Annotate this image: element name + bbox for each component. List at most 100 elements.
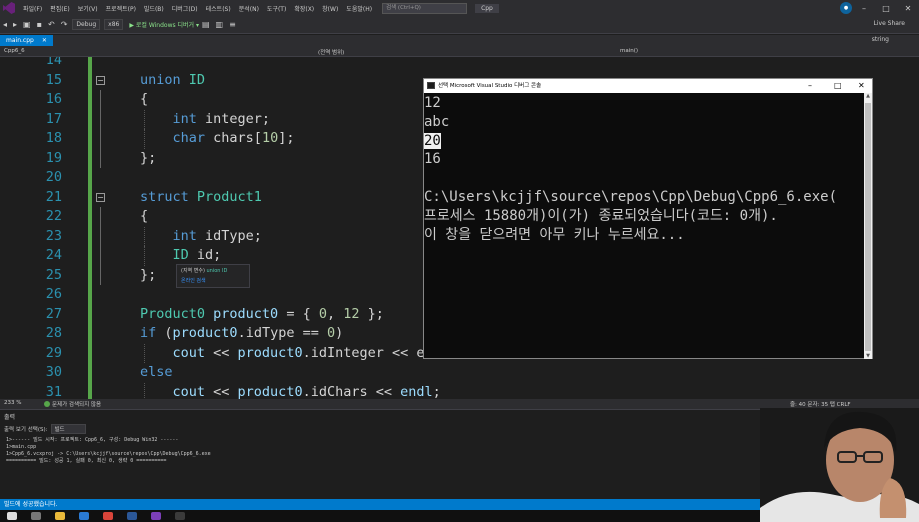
line-number: 21 bbox=[45, 188, 62, 205]
toolbar: ◂ ▸ ▣ ▪ ↶ ↷ Debug x86 ▶ 로컬 Windows 디버거 ▾… bbox=[0, 16, 919, 34]
code-token: .idInteger << e bbox=[302, 344, 425, 361]
platform-dropdown[interactable]: x86 bbox=[104, 19, 124, 30]
tab-label: main.cpp bbox=[6, 37, 34, 44]
menu-window[interactable]: 창(W) bbox=[318, 4, 342, 13]
explorer-icon[interactable] bbox=[55, 512, 65, 520]
line-number: 29 bbox=[45, 344, 62, 361]
output-line: 1>------ 빌드 시작: 프로젝트: Cpp6_6, 구성: Debug … bbox=[6, 437, 179, 443]
code-token: Product1 bbox=[196, 188, 262, 205]
check-icon bbox=[44, 401, 50, 407]
config-dropdown[interactable]: Debug bbox=[72, 19, 101, 30]
output-text: 1>------ 빌드 시작: 프로젝트: Cpp6_6, 구성: Debug … bbox=[6, 437, 211, 465]
menu-file[interactable]: 파일(F) bbox=[19, 4, 46, 13]
code-token: 0 bbox=[326, 325, 336, 341]
code-token: union bbox=[140, 71, 189, 88]
code-text: union ID bbox=[140, 71, 205, 91]
run-debugger-button[interactable]: ▶ 로컬 Windows 디버거 ▾ bbox=[129, 20, 199, 29]
scope-dropdown[interactable]: (전역 범위) bbox=[318, 48, 344, 56]
output-source-dropdown[interactable]: 빌드 bbox=[50, 424, 86, 434]
menu-bar: 파일(F) 편집(E) 보기(V) 프로젝트(P) 빌드(B) 디버그(D) 테… bbox=[0, 0, 919, 16]
code-token: }; bbox=[140, 266, 157, 283]
comment-icon[interactable]: ≡ bbox=[229, 20, 236, 29]
console-selection: 20 bbox=[424, 132, 441, 149]
search-input[interactable]: 검색 (Ctrl+Q) bbox=[382, 2, 468, 14]
code-text: { bbox=[140, 207, 148, 227]
menu-build[interactable]: 빌드(B) bbox=[140, 4, 168, 13]
live-share-button[interactable]: Live Share bbox=[874, 20, 905, 27]
close-icon[interactable]: ✕ bbox=[897, 4, 919, 13]
code-text: cout << product0.idInteger << e bbox=[140, 344, 425, 364]
code-token: cout bbox=[172, 383, 206, 400]
output-line: ========== 빌드: 성공 1, 실패 0, 최신 0, 생략 0 ==… bbox=[6, 458, 167, 464]
code-token: ID bbox=[188, 71, 206, 88]
tab-close-icon[interactable]: ✕ bbox=[42, 37, 47, 44]
maximize-icon[interactable]: □ bbox=[875, 4, 897, 13]
account-avatar[interactable]: ● bbox=[840, 2, 852, 14]
code-token: product0 bbox=[172, 325, 238, 341]
tab-main-cpp[interactable]: main.cpp ✕ bbox=[0, 35, 53, 46]
output-header: 출력 bbox=[4, 414, 16, 421]
taskbar-app-icon[interactable] bbox=[175, 512, 185, 520]
toolbar-icon-b[interactable]: ▥ bbox=[216, 20, 224, 29]
fold-toggle-icon[interactable]: − bbox=[96, 192, 105, 202]
code-text: cout << product0.idChars << endl; bbox=[140, 383, 441, 400]
visual-studio-icon[interactable] bbox=[151, 512, 161, 520]
code-line[interactable]: 31 cout << product0.idChars << endl; bbox=[0, 382, 900, 400]
start-icon[interactable] bbox=[7, 512, 17, 520]
code-token: integer; bbox=[205, 110, 271, 127]
code-token: int bbox=[172, 110, 206, 127]
code-token: endl bbox=[400, 383, 433, 400]
back-icon[interactable]: ◂ bbox=[3, 20, 7, 29]
menu-analyze[interactable]: 분석(N) bbox=[235, 4, 263, 13]
menu-tools[interactable]: 도구(T) bbox=[263, 4, 290, 13]
chrome-icon[interactable] bbox=[103, 512, 113, 520]
redo-icon[interactable]: ↷ bbox=[61, 20, 68, 29]
scrollbar-thumb[interactable] bbox=[865, 103, 871, 351]
menu-view[interactable]: 보기(V) bbox=[74, 4, 102, 13]
code-token: { bbox=[140, 208, 149, 224]
line-number: 31 bbox=[45, 383, 62, 400]
debug-console-window[interactable]: 선택 Microsoft Visual Studio 디버그 콘솔 – □ ✕ … bbox=[423, 78, 873, 359]
word-icon[interactable] bbox=[127, 512, 137, 520]
console-line: 12 bbox=[424, 95, 441, 111]
edge-icon[interactable] bbox=[79, 512, 89, 520]
menu-project[interactable]: 프로젝트(P) bbox=[102, 4, 140, 13]
undo-icon[interactable]: ↶ bbox=[48, 20, 55, 29]
menu-debug[interactable]: 디버그(D) bbox=[168, 4, 202, 13]
console-line: C:\Users\kcjjf\source\repos\Cpp\Debug\Cp… bbox=[424, 188, 838, 205]
status-text: 빌드에 성공했습니다. bbox=[4, 501, 58, 508]
project-name: Cpp bbox=[475, 3, 499, 13]
menu-extensions[interactable]: 확장(X) bbox=[290, 4, 318, 13]
toolbar-icon-a[interactable]: ▤ bbox=[202, 20, 210, 29]
tooltip-search-link[interactable]: 온라인 검색 bbox=[181, 277, 245, 284]
member-dropdown[interactable]: main() bbox=[620, 48, 638, 54]
code-token: ) bbox=[335, 325, 344, 341]
minimize-icon[interactable]: – bbox=[853, 4, 875, 13]
menu-test[interactable]: 테스트(S) bbox=[202, 4, 235, 13]
menu-help[interactable]: 도움말(H) bbox=[342, 4, 376, 13]
console-scrollbar[interactable]: ▲ ▼ bbox=[864, 93, 872, 359]
menu-edit[interactable]: 편집(E) bbox=[46, 4, 74, 13]
code-line[interactable]: 30 else bbox=[0, 363, 900, 383]
code-line[interactable]: 14 bbox=[0, 57, 900, 71]
console-titlebar[interactable]: 선택 Microsoft Visual Studio 디버그 콘솔 – □ ✕ bbox=[424, 79, 872, 93]
forward-icon[interactable]: ▸ bbox=[13, 20, 17, 29]
console-close-icon[interactable]: ✕ bbox=[858, 79, 865, 93]
zoom-level[interactable]: 233 % bbox=[4, 400, 21, 406]
search-icon[interactable] bbox=[31, 512, 41, 520]
line-number: 30 bbox=[45, 364, 62, 380]
project-dropdown[interactable]: Cpp6_6 bbox=[4, 48, 25, 54]
code-token: , bbox=[326, 305, 344, 322]
console-minimize-icon[interactable]: – bbox=[808, 79, 812, 93]
new-item-icon[interactable]: ▣ bbox=[23, 20, 31, 29]
console-maximize-icon[interactable]: □ bbox=[834, 79, 842, 93]
scroll-up-icon[interactable]: ▲ bbox=[864, 93, 872, 99]
line-number: 27 bbox=[45, 305, 62, 322]
fold-guide bbox=[100, 226, 101, 246]
scroll-down-icon[interactable]: ▼ bbox=[864, 353, 872, 359]
line-number: 25 bbox=[45, 266, 62, 283]
fold-toggle-icon[interactable]: − bbox=[96, 75, 105, 85]
tab-list-dropdown[interactable]: string bbox=[872, 36, 889, 43]
screen: { "menu": { "items": ["파일(F)", "편집(E)", … bbox=[0, 0, 919, 522]
save-icon[interactable]: ▪ bbox=[37, 20, 42, 29]
